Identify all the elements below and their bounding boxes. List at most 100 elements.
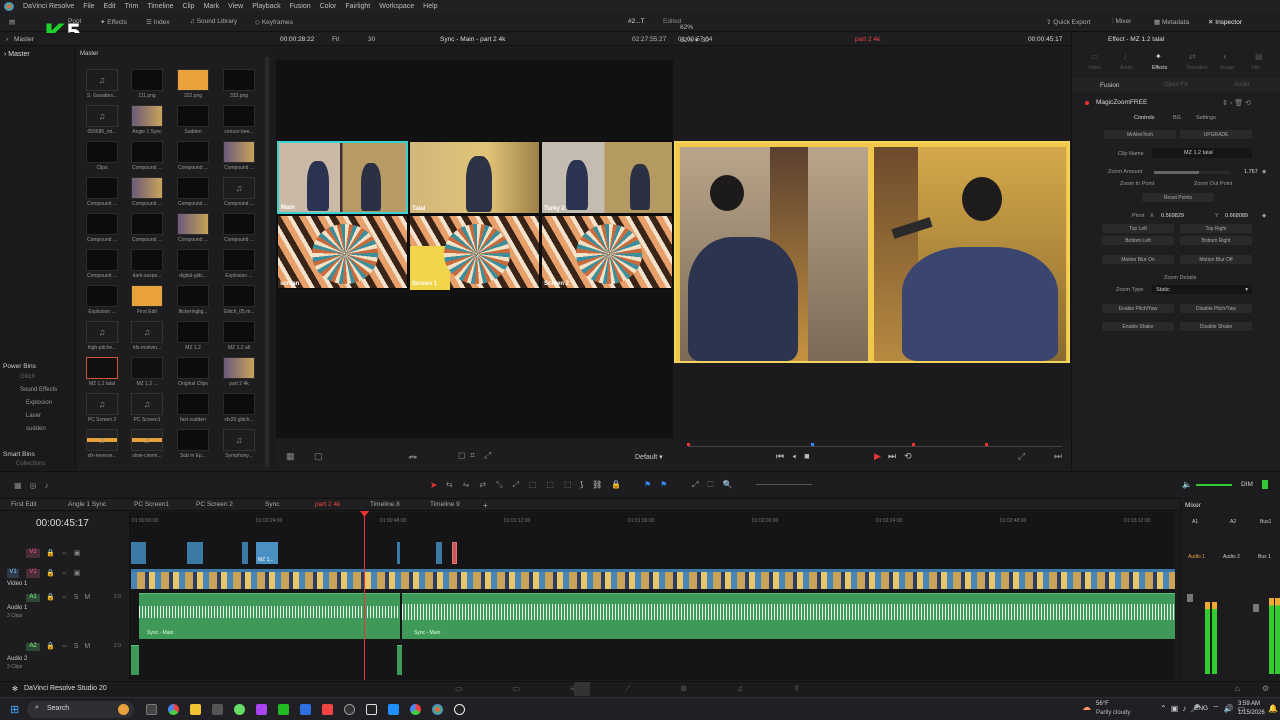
menu-fairlight[interactable]: Fairlight xyxy=(345,3,370,10)
media-clip-thumbnail[interactable] xyxy=(131,213,163,235)
smart-bins-header[interactable]: Smart Bins xyxy=(3,451,35,458)
play-button[interactable]: ▶ xyxy=(874,451,881,462)
media-clip-thumbnail[interactable]: ♫ xyxy=(131,393,163,415)
inspector-button[interactable]: ✕ Inspector xyxy=(1208,18,1242,26)
inspector-tab-icon[interactable]: ▭ xyxy=(1091,52,1099,61)
add-timeline-tab-button[interactable]: + xyxy=(483,501,488,510)
keyframe-icon[interactable]: ◆ xyxy=(1262,169,1266,175)
media-clip-thumbnail[interactable] xyxy=(223,393,255,415)
media-clip-thumbnail[interactable]: ♫ xyxy=(223,177,255,199)
media-pool-scrollbar[interactable] xyxy=(265,57,269,467)
zoom-amount-value[interactable]: 1.767 xyxy=(1244,169,1258,175)
zoom-out-point-button[interactable]: Zoom Out Point xyxy=(1194,181,1233,187)
taskbar-taskview-icon[interactable] xyxy=(146,704,157,715)
taskbar-app-icon[interactable] xyxy=(366,704,377,715)
windows-start-icon[interactable]: ⊞ xyxy=(10,703,19,716)
timeline-tab[interactable]: PC Screen1 xyxy=(134,501,169,508)
inspector-tab-icon[interactable]: ✦ xyxy=(1155,52,1162,61)
inspector-tab-icon[interactable]: ⇄ xyxy=(1189,52,1196,61)
pivot-y-value[interactable]: 0.668089 xyxy=(1225,213,1248,219)
language-indicator[interactable]: ENG xyxy=(1194,705,1208,712)
effect-actions-icon[interactable]: ⇕ ▫ 🗑 ⟲ xyxy=(1222,99,1251,107)
power-bin-item[interactable]: Laser xyxy=(26,413,41,419)
menu-edit[interactable]: Edit xyxy=(104,3,116,10)
media-clip-thumbnail[interactable] xyxy=(177,69,209,91)
overlay-icon[interactable]: ◻ xyxy=(458,450,465,461)
snap-link-lock-icons[interactable]: ⟆⛓🔒 xyxy=(580,480,630,489)
media-clip-thumbnail[interactable] xyxy=(223,213,255,235)
clock-date[interactable]: 1/15/2026 xyxy=(1238,710,1265,716)
top-left-button[interactable]: Top Left xyxy=(1102,224,1174,233)
weather-temp[interactable]: 56°F xyxy=(1096,701,1109,707)
menu-view[interactable]: View xyxy=(228,3,243,10)
media-clip-thumbnail[interactable]: ♫ xyxy=(86,393,118,415)
zoom-fit-select[interactable]: Fit xyxy=(332,36,339,43)
timeline-audio-clip-a2[interactable] xyxy=(397,645,402,675)
menu-file[interactable]: File xyxy=(83,3,94,10)
media-clip-thumbnail[interactable]: ♫ xyxy=(131,321,163,343)
top-right-button[interactable]: Top Right xyxy=(1180,224,1252,233)
media-clip-thumbnail[interactable] xyxy=(86,213,118,235)
timeline-tab[interactable]: PC Screen 2 xyxy=(196,501,233,508)
source-tile-screan[interactable]: screan xyxy=(277,215,408,289)
safe-area-icon[interactable]: ⌗ xyxy=(470,450,475,461)
media-clip-thumbnail[interactable] xyxy=(131,177,163,199)
inspector-tab-effects[interactable]: Effects xyxy=(1152,65,1167,71)
speaker-icon[interactable]: 🔈 xyxy=(1182,480,1192,489)
track-controls-icons[interactable]: 🔒⇔▣ xyxy=(46,569,86,577)
source-tile-main[interactable]: Main xyxy=(277,141,408,214)
match-frame-icon[interactable]: ⤢ xyxy=(484,450,491,461)
zoom-type-select[interactable]: Static ▾ xyxy=(1152,285,1252,294)
volume-slider[interactable] xyxy=(1196,484,1232,486)
media-clip-thumbnail[interactable] xyxy=(177,177,209,199)
timeline-clip-v2[interactable] xyxy=(187,542,203,564)
scrubber-bar[interactable] xyxy=(688,446,1062,447)
inspector-tab-transition[interactable]: Transition xyxy=(1186,65,1208,71)
timeline-clip-v2[interactable] xyxy=(436,542,442,564)
mixer-channel-bus1[interactable]: Bus1 xyxy=(1260,519,1271,525)
clock-time[interactable]: 3:59 AM xyxy=(1238,701,1260,707)
taskbar-explorer-icon[interactable] xyxy=(190,704,201,715)
bottom-left-button[interactable]: Bottom Left xyxy=(1102,236,1174,245)
taskbar-store-icon[interactable] xyxy=(212,704,223,715)
menu-mark[interactable]: Mark xyxy=(204,3,220,10)
mixer-button[interactable]: ⫶ Mixer xyxy=(1112,18,1131,26)
media-clip-thumbnail[interactable] xyxy=(177,249,209,271)
last-frame-icon[interactable]: ⏭ xyxy=(1054,451,1062,462)
quick-export-button[interactable]: ⇪ Quick Export xyxy=(1046,18,1090,26)
track-controls-icons[interactable]: 🔒⇔SM xyxy=(46,642,96,650)
motion-blur-on-button[interactable]: Motion Blur On xyxy=(1102,255,1174,264)
flag-marker-icons[interactable]: ⚑⚑ xyxy=(644,480,676,489)
timeline-tab[interactable]: Sync xyxy=(265,501,279,508)
media-clip-thumbnail[interactable] xyxy=(223,69,255,91)
taskbar-brave-icon[interactable] xyxy=(322,704,333,715)
power-bin-item[interactable]: Sound Effects xyxy=(20,387,57,393)
mixer-channel-a2[interactable]: A2 xyxy=(1230,519,1236,525)
track-controls-icons[interactable]: 🔒⇔SM xyxy=(46,593,96,601)
inspector-tab-icon[interactable]: ◐ xyxy=(1223,52,1228,61)
track-id-v1[interactable]: V1 xyxy=(26,569,40,578)
track-id-a1[interactable]: A1 xyxy=(26,594,40,602)
media-clip-thumbnail[interactable]: ♫ xyxy=(223,429,255,451)
menu-fusion[interactable]: Fusion xyxy=(290,3,311,10)
edit-page-active[interactable] xyxy=(574,682,590,696)
media-clip-thumbnail[interactable] xyxy=(177,141,209,163)
timeline-audio-clip-a1[interactable]: Sync - Main xyxy=(402,593,1175,639)
upgrade-button[interactable]: UPGRADE xyxy=(1180,130,1252,139)
page-icons[interactable]: ▭▭≡⟋⊛♫⇪ xyxy=(455,684,850,694)
timeline-clip-v2[interactable] xyxy=(242,542,248,564)
pivot-x-value[interactable]: 0.569829 xyxy=(1161,213,1184,219)
media-clip-thumbnail[interactable]: ♫ xyxy=(86,429,118,451)
weather-desc[interactable]: Partly cloudy xyxy=(1096,710,1130,716)
zoom-percent[interactable]: 62% xyxy=(680,24,693,31)
source-tile-talal[interactable]: Talal xyxy=(409,141,540,214)
bottom-right-button[interactable]: Bottom Right xyxy=(1180,236,1252,245)
keyframes-button[interactable]: ◇ Keyframes xyxy=(255,18,293,26)
effect-name[interactable]: MagicZoomFREE xyxy=(1096,99,1147,106)
inspector-tab-icon[interactable]: ▤ xyxy=(1255,52,1263,61)
keyframe-icon[interactable]: ◆ xyxy=(1262,213,1266,219)
timeline-tab[interactable]: part 2 4k xyxy=(315,501,340,508)
taskbar-app-icon[interactable] xyxy=(454,704,465,715)
menu-trim[interactable]: Trim xyxy=(125,3,139,10)
media-clip-thumbnail[interactable] xyxy=(177,213,209,235)
